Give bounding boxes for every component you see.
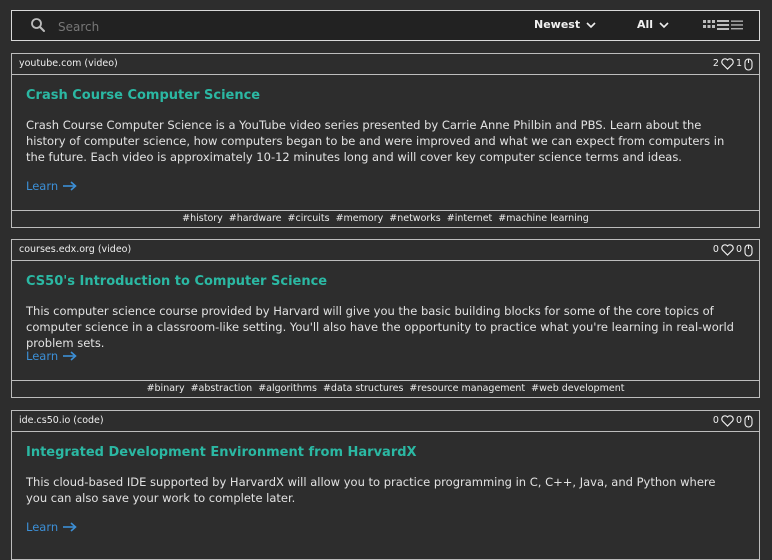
learn-link-label: Learn xyxy=(26,349,59,363)
like-count: 0 xyxy=(712,415,719,426)
card-header: ide.cs50.io (code) 0 0 xyxy=(12,411,759,432)
arrow-right-icon xyxy=(63,181,77,191)
tag[interactable]: #binary xyxy=(147,383,185,394)
learn-link-label: Learn xyxy=(26,520,59,534)
heart-icon[interactable] xyxy=(721,415,734,427)
tag[interactable]: #memory xyxy=(336,213,384,224)
tag[interactable]: #networks xyxy=(389,213,441,224)
click-count: 1 xyxy=(735,58,742,69)
tag[interactable]: #history xyxy=(182,213,223,224)
tag[interactable]: #machine learning xyxy=(498,213,589,224)
tag[interactable]: #internet xyxy=(447,213,493,224)
card-source: courses.edx.org (video) xyxy=(19,244,132,255)
compact-view-icon[interactable] xyxy=(731,19,743,31)
resource-card: youtube.com (video) 2 1 Crash Course Com… xyxy=(11,53,760,228)
list-view-icon[interactable] xyxy=(717,19,729,31)
like-count: 2 xyxy=(712,58,719,69)
heart-icon[interactable] xyxy=(721,244,734,256)
card-title[interactable]: CS50's Introduction to Computer Science xyxy=(26,274,327,289)
search-toolbar: Newest All xyxy=(11,10,760,41)
grid-view-icon[interactable] xyxy=(703,19,715,31)
card-header: courses.edx.org (video) 0 0 xyxy=(12,240,759,261)
chevron-down-icon xyxy=(659,21,669,28)
learn-link[interactable]: Learn xyxy=(26,179,77,193)
filter-selected: All xyxy=(637,18,654,31)
card-description: This cloud-based IDE supported by Harvar… xyxy=(26,475,716,505)
tag[interactable]: #web development xyxy=(531,383,624,394)
learn-link[interactable]: Learn xyxy=(26,349,77,363)
card-description: Crash Course Computer Science is a YouTu… xyxy=(26,118,725,164)
sort-selected: Newest xyxy=(534,18,581,31)
tag[interactable]: #data structures xyxy=(323,383,403,394)
tag[interactable]: #algorithms xyxy=(258,383,317,394)
learn-link-label: Learn xyxy=(26,179,59,193)
card-stats: 2 1 xyxy=(713,54,753,74)
search-input[interactable] xyxy=(56,16,480,38)
card-stats: 0 0 xyxy=(713,240,753,260)
resource-card: courses.edx.org (video) 0 0 CS50's Intro… xyxy=(11,239,760,398)
tag-list: #binary #abstraction #algorithms #data stru… xyxy=(12,380,759,397)
card-source: ide.cs50.io (code) xyxy=(19,415,104,426)
card-source: youtube.com (video) xyxy=(19,58,118,69)
like-count: 0 xyxy=(712,244,719,255)
mouse-icon xyxy=(744,57,753,71)
mouse-icon xyxy=(744,243,753,257)
tag[interactable]: #hardware xyxy=(229,213,282,224)
sort-dropdown[interactable]: Newest xyxy=(534,18,596,31)
search-icon xyxy=(31,18,45,32)
chevron-down-icon xyxy=(586,21,596,28)
tag[interactable]: #resource management xyxy=(409,383,525,394)
card-stats: 0 0 xyxy=(713,411,753,431)
card-title[interactable]: Integrated Development Environment from … xyxy=(26,445,417,460)
click-count: 0 xyxy=(735,244,742,255)
tag[interactable]: #circuits xyxy=(288,213,330,224)
filter-dropdown[interactable]: All xyxy=(637,18,669,31)
heart-icon[interactable] xyxy=(721,58,734,70)
tag-list: #history #hardware #circuits #memory #networ… xyxy=(12,210,759,227)
card-title[interactable]: Crash Course Computer Science xyxy=(26,88,260,103)
card-description: This computer science course provided by… xyxy=(26,304,734,350)
arrow-right-icon xyxy=(63,351,77,361)
tag[interactable]: #abstraction xyxy=(191,383,253,394)
mouse-icon xyxy=(744,414,753,428)
resource-card: ide.cs50.io (code) 0 0 Integrated Develo… xyxy=(11,410,760,560)
view-toggles xyxy=(703,19,743,31)
arrow-right-icon xyxy=(63,522,77,532)
click-count: 0 xyxy=(735,415,742,426)
card-header: youtube.com (video) 2 1 xyxy=(12,54,759,75)
learn-link[interactable]: Learn xyxy=(26,520,77,534)
